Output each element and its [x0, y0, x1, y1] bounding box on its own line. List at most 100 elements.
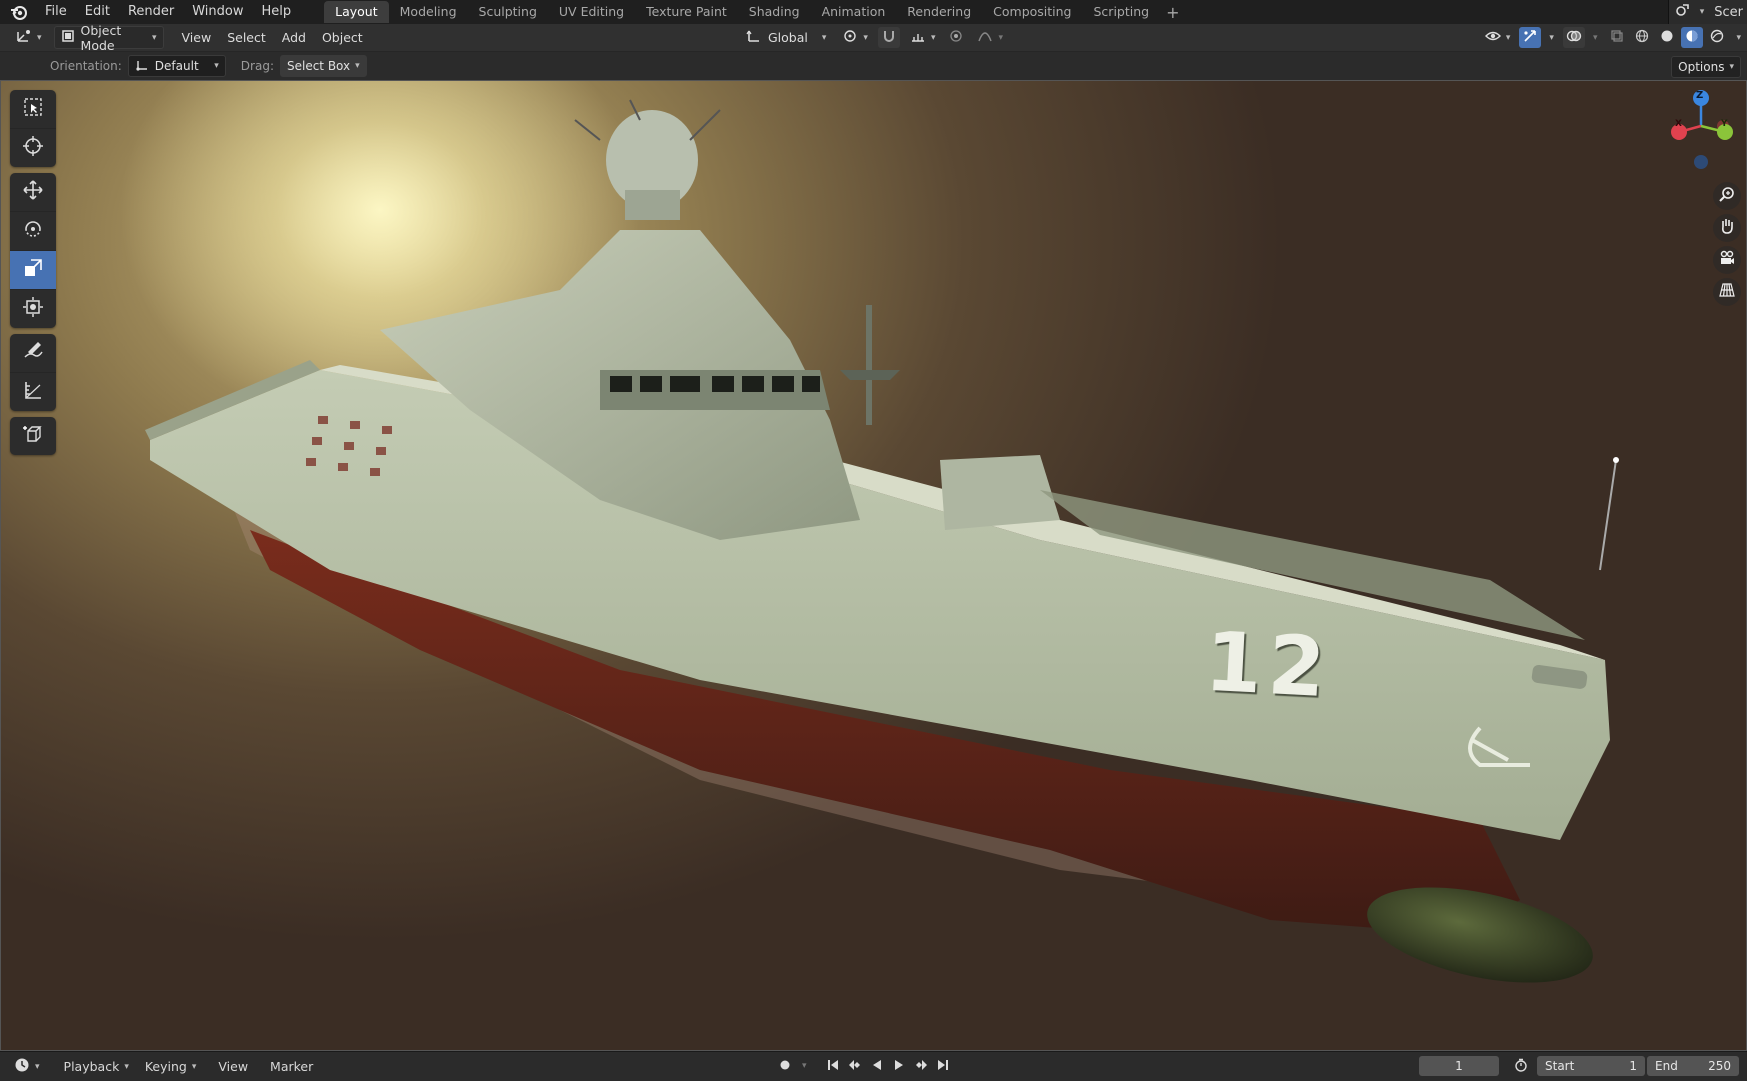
scale-tool[interactable]	[10, 251, 56, 290]
orientation-axes-icon	[135, 59, 149, 74]
menu-add[interactable]: Add	[276, 27, 312, 48]
keying-dropdown-chevron-icon[interactable]: ▾	[802, 1061, 807, 1071]
rendered-sphere-icon	[1710, 29, 1724, 47]
jump-to-end-button[interactable]	[933, 1056, 953, 1076]
transform-orientation-dropdown[interactable]: Global ▾	[740, 27, 832, 48]
navigation-gizmo[interactable]: Z X Y	[1661, 86, 1741, 176]
clock-icon	[14, 1057, 30, 1076]
stopwatch-icon	[1514, 1058, 1528, 1075]
grid-perspective-icon	[1718, 281, 1736, 303]
playback-label: Playback	[63, 1059, 120, 1074]
playback-controls: ▾	[775, 1056, 953, 1076]
3d-viewport[interactable]: 12 Z X Y	[0, 80, 1747, 1051]
tool-group-transform	[10, 173, 56, 328]
play-button[interactable]	[889, 1056, 909, 1076]
tab-scripting[interactable]: Scripting	[1083, 1, 1161, 23]
tab-uv-editing[interactable]: UV Editing	[548, 1, 635, 23]
menu-render[interactable]: Render	[119, 0, 183, 24]
snap-toggle[interactable]	[877, 27, 900, 48]
gizmo-dropdown-chevron-icon[interactable]: ▾	[1549, 33, 1554, 43]
snap-target-dropdown[interactable]: ▾	[904, 27, 942, 48]
marker-menu[interactable]: Marker	[262, 1059, 321, 1074]
transform-orientation-icon	[746, 29, 762, 46]
editor-type-button[interactable]: ▾	[10, 27, 48, 48]
orientation-dropdown[interactable]: Default ▾	[127, 55, 226, 77]
cursor-tool[interactable]	[10, 129, 56, 167]
shading-dropdown-chevron-icon[interactable]: ▾	[1736, 33, 1741, 43]
camera-view-button[interactable]	[1713, 246, 1741, 274]
options-dropdown[interactable]: Options ▾	[1671, 56, 1741, 78]
tool-settings-bar: Orientation: Default ▾ Drag: Select Box …	[0, 52, 1747, 80]
add-workspace-button[interactable]: +	[1160, 3, 1185, 22]
menu-select[interactable]: Select	[221, 27, 272, 48]
playback-menu[interactable]: Playback ▾	[56, 1059, 137, 1074]
tab-sculpting[interactable]: Sculpting	[468, 1, 548, 23]
drag-dropdown[interactable]: Select Box ▾	[279, 55, 367, 77]
keying-menu[interactable]: Keying ▾	[137, 1059, 205, 1074]
mode-label: Object Mode	[80, 22, 122, 53]
pan-button[interactable]	[1713, 214, 1741, 242]
overlay-toggle[interactable]	[1562, 27, 1585, 48]
jump-next-keyframe-button[interactable]	[911, 1056, 931, 1076]
zoom-button[interactable]	[1713, 182, 1741, 210]
menu-edit[interactable]: Edit	[76, 0, 119, 24]
pivot-point-dropdown[interactable]: ▾	[836, 27, 874, 48]
add-cube-tool[interactable]	[10, 417, 56, 455]
chevron-down-icon: ▾	[37, 32, 42, 43]
tab-texture-paint[interactable]: Texture Paint	[635, 1, 738, 23]
rotate-tool[interactable]	[10, 212, 56, 251]
jump-to-start-button[interactable]	[823, 1056, 843, 1076]
left-toolbar	[10, 90, 56, 461]
move-tool[interactable]	[10, 173, 56, 212]
current-frame-field[interactable]: 1	[1419, 1056, 1499, 1076]
shading-solid-button[interactable]	[1656, 27, 1678, 48]
preview-range-toggle[interactable]	[1511, 1056, 1531, 1076]
transform-tool[interactable]	[10, 290, 56, 328]
menu-file[interactable]: File	[36, 0, 76, 24]
menu-help[interactable]: Help	[253, 0, 301, 24]
tab-compositing[interactable]: Compositing	[982, 1, 1082, 23]
auto-keying-button[interactable]	[775, 1056, 795, 1076]
xray-toggle[interactable]	[1606, 27, 1628, 48]
annotate-tool[interactable]	[10, 334, 56, 373]
orientation-label: Orientation:	[50, 59, 122, 73]
tool-group-add	[10, 417, 56, 455]
play-reverse-button[interactable]	[867, 1056, 887, 1076]
tab-animation[interactable]: Animation	[811, 1, 897, 23]
next-keyframe-icon	[914, 1059, 928, 1074]
proportional-falloff-dropdown[interactable]: ▾	[971, 27, 1009, 48]
measure-tool[interactable]	[10, 373, 56, 411]
timeline-editor-type-button[interactable]: ▾	[6, 1057, 48, 1076]
shading-material-preview-button[interactable]	[1681, 27, 1704, 48]
tab-layout[interactable]: Layout	[324, 1, 389, 23]
header-right-controls: ▾ ▾ ▾ ▾	[1479, 27, 1741, 48]
hand-icon	[1718, 217, 1736, 239]
start-frame-field[interactable]: Start 1	[1537, 1056, 1645, 1076]
object-visibility-dropdown[interactable]: ▾	[1479, 27, 1517, 48]
blender-logo-icon[interactable]	[8, 1, 30, 23]
drag-label: Drag:	[240, 59, 274, 73]
menu-window[interactable]: Window	[183, 0, 252, 24]
transform-icon	[22, 296, 44, 322]
menu-object[interactable]: Object	[316, 27, 369, 48]
perspective-toggle-button[interactable]	[1713, 278, 1741, 306]
menu-view[interactable]: View	[176, 27, 218, 48]
overlay-dropdown-chevron-icon[interactable]: ▾	[1593, 33, 1598, 43]
select-box-tool[interactable]	[10, 90, 56, 129]
tab-rendering[interactable]: Rendering	[896, 1, 982, 23]
shading-wireframe-button[interactable]	[1631, 27, 1653, 48]
material-sphere-icon	[1685, 29, 1699, 47]
shading-rendered-button[interactable]	[1706, 27, 1728, 48]
timeline-view-menu[interactable]: View	[210, 1059, 256, 1074]
transform-orientation-label: Global	[768, 30, 808, 45]
mode-dropdown[interactable]: Object Mode ▾	[53, 23, 164, 53]
scene-field[interactable]: ▾ Scer	[1667, 0, 1747, 24]
tab-shading[interactable]: Shading	[738, 1, 811, 23]
end-frame-field[interactable]: End 250	[1647, 1056, 1739, 1076]
chevron-down-icon: ▾	[998, 32, 1003, 43]
tab-modeling[interactable]: Modeling	[389, 1, 468, 23]
proportional-editing-toggle[interactable]	[945, 27, 967, 48]
chevron-down-icon: ▾	[35, 1061, 40, 1072]
gizmo-toggle[interactable]	[1519, 27, 1542, 48]
jump-prev-keyframe-button[interactable]	[845, 1056, 865, 1076]
